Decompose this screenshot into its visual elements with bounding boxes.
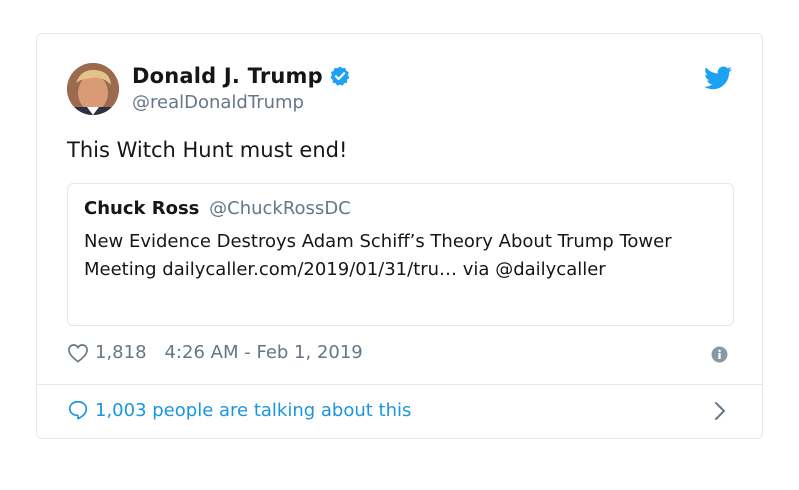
- quoted-author-name[interactable]: Chuck Ross: [84, 198, 199, 219]
- chevron-right-icon[interactable]: [714, 401, 726, 421]
- divider: [37, 384, 762, 385]
- tweet-text: This Witch Hunt must end!: [67, 138, 348, 162]
- conversation-link[interactable]: 1,003 people are talking about this: [67, 399, 411, 421]
- info-icon[interactable]: [711, 346, 728, 363]
- tweet-card[interactable]: Donald J. Trump @realDonaldTrump This Wi…: [36, 33, 763, 439]
- heart-icon[interactable]: [67, 343, 89, 363]
- avatar[interactable]: [67, 63, 119, 115]
- quoted-author-handle[interactable]: @ChuckRossDC: [209, 198, 351, 219]
- speech-bubble-icon: [68, 400, 88, 420]
- quoted-tweet-text: New Evidence Destroys Adam Schiff’s Theo…: [84, 231, 672, 280]
- twitter-bird-icon[interactable]: [704, 66, 732, 90]
- author-name[interactable]: Donald J. Trump: [132, 64, 323, 88]
- avatar-image: [67, 63, 119, 115]
- quoted-tweet[interactable]: Chuck Ross @ChuckRossDC New Evidence Des…: [67, 183, 734, 326]
- like-count[interactable]: 1,818: [95, 342, 147, 363]
- author-handle[interactable]: @realDonaldTrump: [132, 92, 304, 113]
- verified-badge-icon: [330, 66, 350, 86]
- conversation-count-label[interactable]: 1,003 people are talking about this: [95, 400, 411, 421]
- timestamp[interactable]: 4:26 AM - Feb 1, 2019: [165, 342, 363, 363]
